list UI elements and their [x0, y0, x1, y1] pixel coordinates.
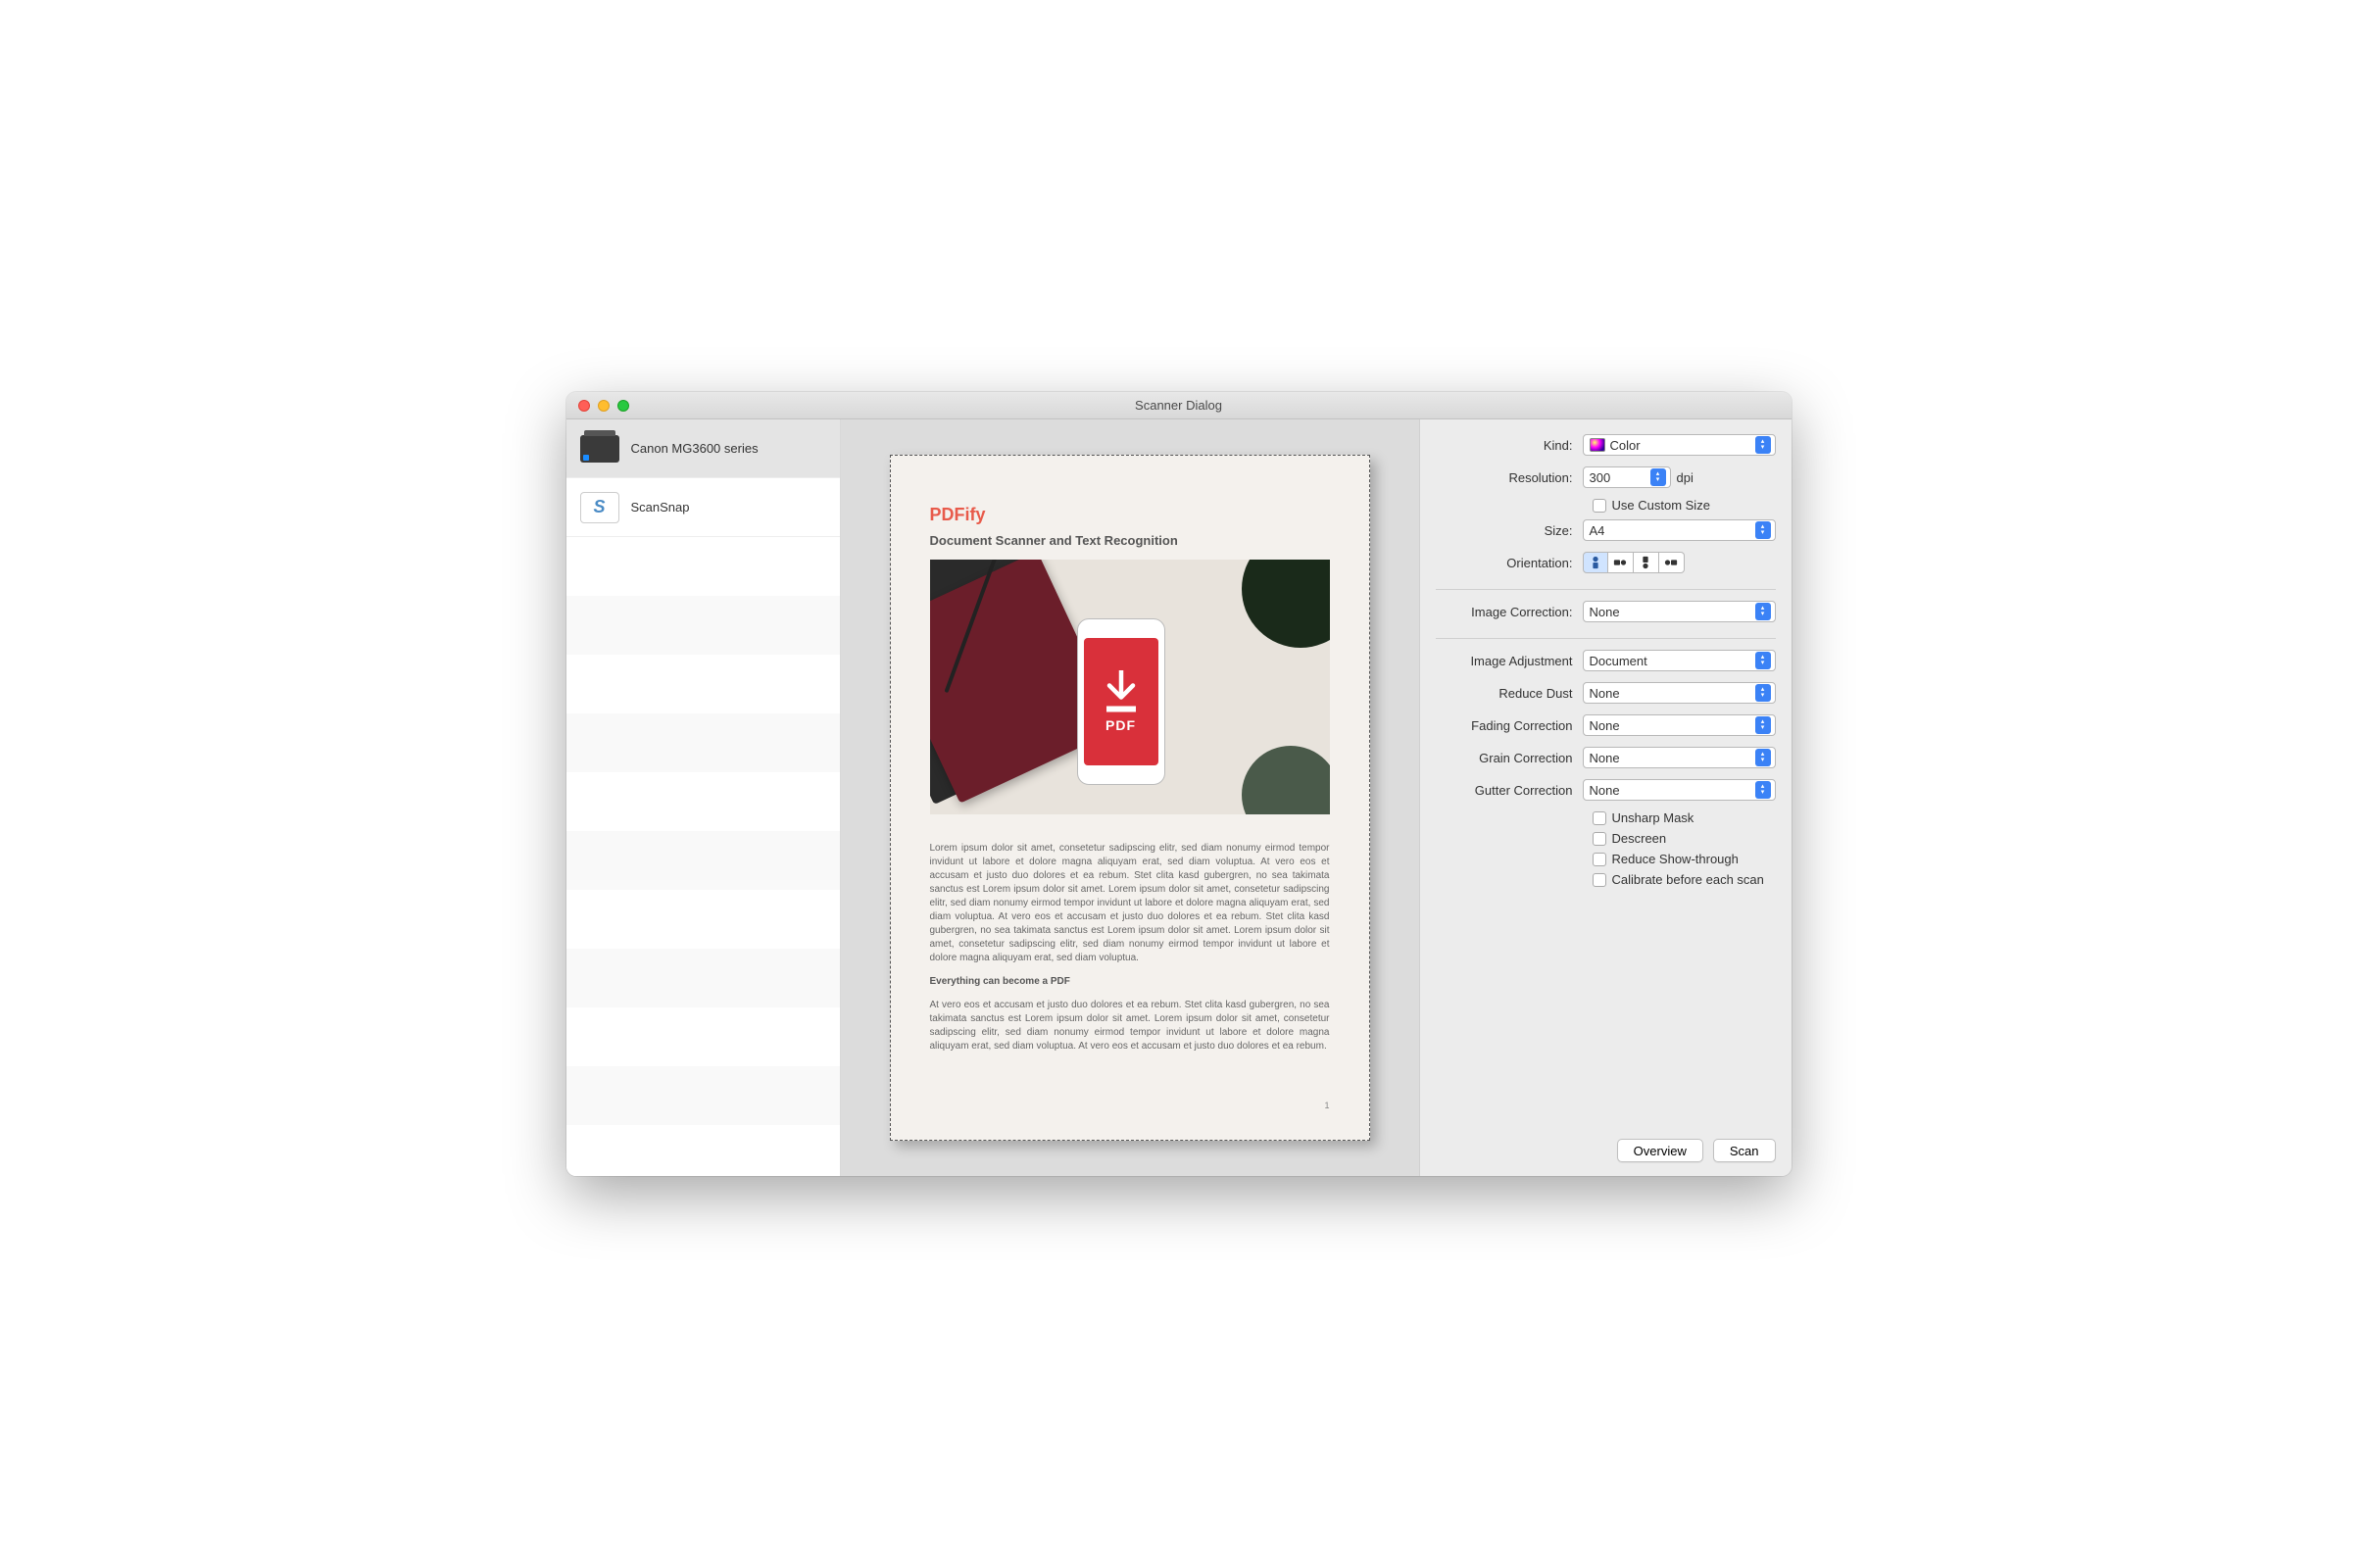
phone-graphic: PDF	[1077, 618, 1165, 785]
window-controls	[566, 400, 629, 412]
unsharp-mask-checkbox[interactable]: Unsharp Mask	[1436, 810, 1776, 825]
size-label: Size:	[1436, 523, 1583, 538]
overview-button[interactable]: Overview	[1617, 1139, 1703, 1162]
image-adjustment-select[interactable]: Document	[1583, 650, 1776, 671]
preview-heading-2: Everything can become a PDF	[930, 975, 1330, 989]
kind-select[interactable]: Color	[1583, 434, 1776, 456]
footer-buttons: Overview Scan	[1436, 1129, 1776, 1162]
fading-correction-select[interactable]: None	[1583, 714, 1776, 736]
window-title: Scanner Dialog	[566, 398, 1792, 413]
checkbox-icon	[1593, 853, 1606, 866]
preview-doc-title: PDFify	[930, 505, 1330, 525]
preview-image: PDF	[930, 560, 1330, 814]
orientation-portrait-flipped[interactable]	[1634, 552, 1659, 573]
reduce-dust-select[interactable]: None	[1583, 682, 1776, 704]
dropdown-arrows-icon	[1755, 716, 1771, 734]
resolution-label: Resolution:	[1436, 470, 1583, 485]
scansnap-icon: S	[580, 492, 619, 523]
dropdown-arrows-icon	[1755, 521, 1771, 539]
dropdown-arrows-icon	[1755, 436, 1771, 454]
dropdown-arrows-icon	[1755, 749, 1771, 766]
dropdown-arrows-icon	[1755, 684, 1771, 702]
fading-correction-label: Fading Correction	[1436, 718, 1583, 733]
gutter-correction-label: Gutter Correction	[1436, 783, 1583, 798]
sidebar-item-canon[interactable]: Canon MG3600 series	[566, 419, 840, 478]
content-area: Canon MG3600 series S ScanSnap PDFify Do…	[566, 419, 1792, 1176]
descreen-checkbox[interactable]: Descreen	[1436, 831, 1776, 846]
download-arrow-icon	[1104, 670, 1139, 715]
printer-icon	[580, 435, 619, 463]
orientation-portrait[interactable]	[1583, 552, 1608, 573]
orientation-label: Orientation:	[1436, 556, 1583, 570]
use-custom-size-checkbox[interactable]: Use Custom Size	[1436, 498, 1776, 513]
reduce-show-through-checkbox[interactable]: Reduce Show-through	[1436, 852, 1776, 866]
resolution-unit: dpi	[1677, 470, 1694, 485]
resolution-select[interactable]: 300	[1583, 466, 1671, 488]
grain-correction-label: Grain Correction	[1436, 751, 1583, 765]
dropdown-arrows-icon	[1755, 781, 1771, 799]
scanner-dialog-window: Scanner Dialog Canon MG3600 series S Sca…	[566, 392, 1792, 1176]
maximize-icon[interactable]	[617, 400, 629, 412]
size-select[interactable]: A4	[1583, 519, 1776, 541]
scan-preview[interactable]: PDFify Document Scanner and Text Recogni…	[890, 455, 1370, 1141]
image-adjustment-label: Image Adjustment	[1436, 654, 1583, 668]
separator	[1436, 638, 1776, 639]
sidebar-spacer	[566, 537, 840, 1176]
checkbox-icon	[1593, 811, 1606, 825]
preview-page-number: 1	[1324, 1101, 1329, 1110]
dropdown-arrows-icon	[1650, 468, 1666, 486]
scan-button[interactable]: Scan	[1713, 1139, 1776, 1162]
minimize-icon[interactable]	[598, 400, 610, 412]
grain-correction-select[interactable]: None	[1583, 747, 1776, 768]
preview-paragraph-1: Lorem ipsum dolor sit amet, consetetur s…	[930, 842, 1330, 965]
dropdown-arrows-icon	[1755, 652, 1771, 669]
preview-paragraph-2: At vero eos et accusam et justo duo dolo…	[930, 999, 1330, 1054]
orientation-segmented	[1583, 552, 1685, 573]
orientation-landscape-right[interactable]	[1608, 552, 1634, 573]
preview-pane: PDFify Document Scanner and Text Recogni…	[841, 419, 1419, 1176]
kind-label: Kind:	[1436, 438, 1583, 453]
sidebar-item-scansnap[interactable]: S ScanSnap	[566, 478, 840, 537]
image-correction-label: Image Correction:	[1436, 605, 1583, 619]
titlebar: Scanner Dialog	[566, 392, 1792, 419]
orientation-landscape-left[interactable]	[1659, 552, 1685, 573]
sidebar-item-label: ScanSnap	[631, 500, 690, 514]
calibrate-checkbox[interactable]: Calibrate before each scan	[1436, 872, 1776, 887]
image-correction-select[interactable]: None	[1583, 601, 1776, 622]
preview-doc-subtitle: Document Scanner and Text Recognition	[930, 533, 1330, 548]
reduce-dust-label: Reduce Dust	[1436, 686, 1583, 701]
phone-pdf-label: PDF	[1105, 717, 1136, 733]
checkbox-icon	[1593, 873, 1606, 887]
color-swatch-icon	[1590, 438, 1605, 452]
sidebar-item-label: Canon MG3600 series	[631, 441, 759, 456]
dropdown-arrows-icon	[1755, 603, 1771, 620]
checkbox-icon	[1593, 832, 1606, 846]
gutter-correction-select[interactable]: None	[1583, 779, 1776, 801]
separator	[1436, 589, 1776, 590]
close-icon[interactable]	[578, 400, 590, 412]
scanner-sidebar: Canon MG3600 series S ScanSnap	[566, 419, 841, 1176]
checkbox-icon	[1593, 499, 1606, 513]
settings-panel: Kind: Color Resolution: 300 dpi	[1419, 419, 1792, 1176]
